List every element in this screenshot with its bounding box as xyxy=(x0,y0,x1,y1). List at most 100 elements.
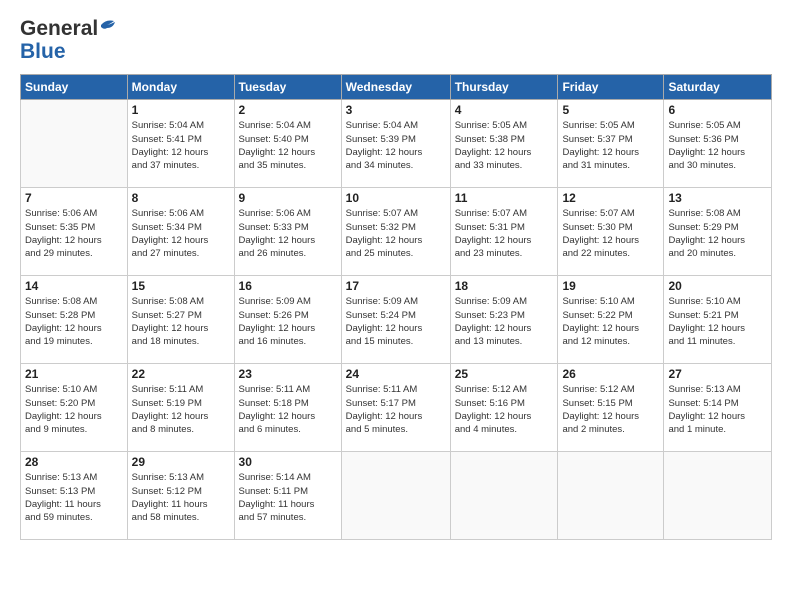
col-thursday: Thursday xyxy=(450,75,558,100)
col-wednesday: Wednesday xyxy=(341,75,450,100)
cell-w5-d1: 29 Sunrise: 5:13 AM Sunset: 5:12 PM Dayli… xyxy=(127,452,234,540)
week-row-5: 28Sunrise: 5:13 AM Sunset: 5:13 PM Dayli… xyxy=(21,452,772,540)
day-info-24: Sunrise: 5:11 AM Sunset: 5:17 PM Dayligh… xyxy=(346,383,446,436)
cell-w2-d4: 11 Sunrise: 5:07 AM Sunset: 5:31 PM Dayli… xyxy=(450,188,558,276)
day-info-23: Sunrise: 5:11 AM Sunset: 5:18 PM Dayligh… xyxy=(239,383,337,436)
calendar-header-row: Sunday Monday Tuesday Wednesday Thursday… xyxy=(21,75,772,100)
cell-w5-d5 xyxy=(558,452,664,540)
calendar-page: General Blue Sunday Monday Tuesday Wedne… xyxy=(0,0,792,612)
day-info-9: Sunrise: 5:06 AM Sunset: 5:33 PM Dayligh… xyxy=(239,207,337,260)
cell-w5-d6 xyxy=(664,452,772,540)
day-number-4: 4 xyxy=(455,103,554,117)
day-info-27: Sunrise: 5:13 AM Sunset: 5:14 PM Dayligh… xyxy=(668,383,767,436)
day-info-25: Sunrise: 5:12 AM Sunset: 5:16 PM Dayligh… xyxy=(455,383,554,436)
day-number-20: 20 xyxy=(668,279,767,293)
day-number-11: 11 xyxy=(455,191,554,205)
day-info-30: Sunrise: 5:14 AM Sunset: 5:11 PM Dayligh… xyxy=(239,471,337,524)
cell-w2-d3: 10 Sunrise: 5:07 AM Sunset: 5:32 PM Dayli… xyxy=(341,188,450,276)
day-number-18: 18 xyxy=(455,279,554,293)
col-saturday: Saturday xyxy=(664,75,772,100)
day-info-18: Sunrise: 5:09 AM Sunset: 5:23 PM Dayligh… xyxy=(455,295,554,348)
day-info-2: Sunrise: 5:04 AM Sunset: 5:40 PM Dayligh… xyxy=(239,119,337,172)
logo-bird-icon xyxy=(100,18,118,32)
cell-w1-d1: 1 Sunrise: 5:04 AM Sunset: 5:41 PM Daylig… xyxy=(127,100,234,188)
cell-w3-d1: 15 Sunrise: 5:08 AM Sunset: 5:27 PM Dayli… xyxy=(127,276,234,364)
week-row-2: 7Sunrise: 5:06 AM Sunset: 5:35 PM Daylig… xyxy=(21,188,772,276)
day-info-20: Sunrise: 5:10 AM Sunset: 5:21 PM Dayligh… xyxy=(668,295,767,348)
cell-w1-d5: 5 Sunrise: 5:05 AM Sunset: 5:37 PM Daylig… xyxy=(558,100,664,188)
day-number-5: 5 xyxy=(562,103,659,117)
day-info-19: Sunrise: 5:10 AM Sunset: 5:22 PM Dayligh… xyxy=(562,295,659,348)
col-sunday: Sunday xyxy=(21,75,128,100)
cell-w5-d3 xyxy=(341,452,450,540)
day-number-6: 6 xyxy=(668,103,767,117)
day-number-3: 3 xyxy=(346,103,446,117)
cell-w3-d6: 20 Sunrise: 5:10 AM Sunset: 5:21 PM Dayli… xyxy=(664,276,772,364)
cell-w1-d6: 6 Sunrise: 5:05 AM Sunset: 5:36 PM Daylig… xyxy=(664,100,772,188)
calendar-table: Sunday Monday Tuesday Wednesday Thursday… xyxy=(20,74,772,540)
cell-w5-d2: 30 Sunrise: 5:14 AM Sunset: 5:11 PM Dayli… xyxy=(234,452,341,540)
day-number-25: 25 xyxy=(455,367,554,381)
day-info-6: Sunrise: 5:05 AM Sunset: 5:36 PM Dayligh… xyxy=(668,119,767,172)
day-number-27: 27 xyxy=(668,367,767,381)
cell-w1-d0 xyxy=(21,100,128,188)
day-info-17: Sunrise: 5:09 AM Sunset: 5:24 PM Dayligh… xyxy=(346,295,446,348)
day-info-28: Sunrise: 5:13 AM Sunset: 5:13 PM Dayligh… xyxy=(25,471,123,524)
day-number-29: 29 xyxy=(132,455,230,469)
day-info-15: Sunrise: 5:08 AM Sunset: 5:27 PM Dayligh… xyxy=(132,295,230,348)
cell-w4-d6: 27 Sunrise: 5:13 AM Sunset: 5:14 PM Dayli… xyxy=(664,364,772,452)
cell-w4-d4: 25 Sunrise: 5:12 AM Sunset: 5:16 PM Dayli… xyxy=(450,364,558,452)
logo-blue: Blue xyxy=(20,39,118,64)
day-info-1: Sunrise: 5:04 AM Sunset: 5:41 PM Dayligh… xyxy=(132,119,230,172)
day-number-17: 17 xyxy=(346,279,446,293)
logo-general: General xyxy=(20,16,98,41)
day-info-7: Sunrise: 5:06 AM Sunset: 5:35 PM Dayligh… xyxy=(25,207,123,260)
day-number-8: 8 xyxy=(132,191,230,205)
day-info-5: Sunrise: 5:05 AM Sunset: 5:37 PM Dayligh… xyxy=(562,119,659,172)
day-number-23: 23 xyxy=(239,367,337,381)
day-number-14: 14 xyxy=(25,279,123,293)
day-number-2: 2 xyxy=(239,103,337,117)
week-row-4: 21 Sunrise: 5:10 AM Sunset: 5:20 PM Dayli… xyxy=(21,364,772,452)
day-number-13: 13 xyxy=(668,191,767,205)
day-number-26: 26 xyxy=(562,367,659,381)
day-number-30: 30 xyxy=(239,455,337,469)
cell-w2-d6: 13 Sunrise: 5:08 AM Sunset: 5:29 PM Dayli… xyxy=(664,188,772,276)
cell-w5-d0: 28Sunrise: 5:13 AM Sunset: 5:13 PM Dayli… xyxy=(21,452,128,540)
day-info-10: Sunrise: 5:07 AM Sunset: 5:32 PM Dayligh… xyxy=(346,207,446,260)
cell-w5-d4 xyxy=(450,452,558,540)
week-row-3: 14 Sunrise: 5:08 AM Sunset: 5:28 PM Dayli… xyxy=(21,276,772,364)
day-number-12: 12 xyxy=(562,191,659,205)
day-info-3: Sunrise: 5:04 AM Sunset: 5:39 PM Dayligh… xyxy=(346,119,446,172)
day-info-22: Sunrise: 5:11 AM Sunset: 5:19 PM Dayligh… xyxy=(132,383,230,436)
cell-w3-d5: 19 Sunrise: 5:10 AM Sunset: 5:22 PM Dayli… xyxy=(558,276,664,364)
day-info-11: Sunrise: 5:07 AM Sunset: 5:31 PM Dayligh… xyxy=(455,207,554,260)
day-info-29: Sunrise: 5:13 AM Sunset: 5:12 PM Dayligh… xyxy=(132,471,230,524)
day-number-1: 1 xyxy=(132,103,230,117)
cell-w4-d3: 24 Sunrise: 5:11 AM Sunset: 5:17 PM Dayli… xyxy=(341,364,450,452)
day-info-13: Sunrise: 5:08 AM Sunset: 5:29 PM Dayligh… xyxy=(668,207,767,260)
cell-w4-d2: 23 Sunrise: 5:11 AM Sunset: 5:18 PM Dayli… xyxy=(234,364,341,452)
day-info-4: Sunrise: 5:05 AM Sunset: 5:38 PM Dayligh… xyxy=(455,119,554,172)
day-number-16: 16 xyxy=(239,279,337,293)
day-number-15: 15 xyxy=(132,279,230,293)
day-number-21: 21 xyxy=(25,367,123,381)
day-info-14: Sunrise: 5:08 AM Sunset: 5:28 PM Dayligh… xyxy=(25,295,123,348)
day-number-24: 24 xyxy=(346,367,446,381)
day-info-21: Sunrise: 5:10 AM Sunset: 5:20 PM Dayligh… xyxy=(25,383,123,436)
col-friday: Friday xyxy=(558,75,664,100)
cell-w4-d1: 22Sunrise: 5:11 AM Sunset: 5:19 PM Dayli… xyxy=(127,364,234,452)
day-info-16: Sunrise: 5:09 AM Sunset: 5:26 PM Dayligh… xyxy=(239,295,337,348)
cell-w3-d4: 18 Sunrise: 5:09 AM Sunset: 5:23 PM Dayli… xyxy=(450,276,558,364)
cell-w1-d4: 4 Sunrise: 5:05 AM Sunset: 5:38 PM Daylig… xyxy=(450,100,558,188)
day-number-9: 9 xyxy=(239,191,337,205)
day-info-26: Sunrise: 5:12 AM Sunset: 5:15 PM Dayligh… xyxy=(562,383,659,436)
cell-w4-d0: 21 Sunrise: 5:10 AM Sunset: 5:20 PM Dayli… xyxy=(21,364,128,452)
day-number-10: 10 xyxy=(346,191,446,205)
week-row-1: 1 Sunrise: 5:04 AM Sunset: 5:41 PM Daylig… xyxy=(21,100,772,188)
day-number-19: 19 xyxy=(562,279,659,293)
cell-w2-d2: 9 Sunrise: 5:06 AM Sunset: 5:33 PM Daylig… xyxy=(234,188,341,276)
cell-w3-d2: 16 Sunrise: 5:09 AM Sunset: 5:26 PM Dayli… xyxy=(234,276,341,364)
col-monday: Monday xyxy=(127,75,234,100)
cell-w3-d0: 14 Sunrise: 5:08 AM Sunset: 5:28 PM Dayli… xyxy=(21,276,128,364)
